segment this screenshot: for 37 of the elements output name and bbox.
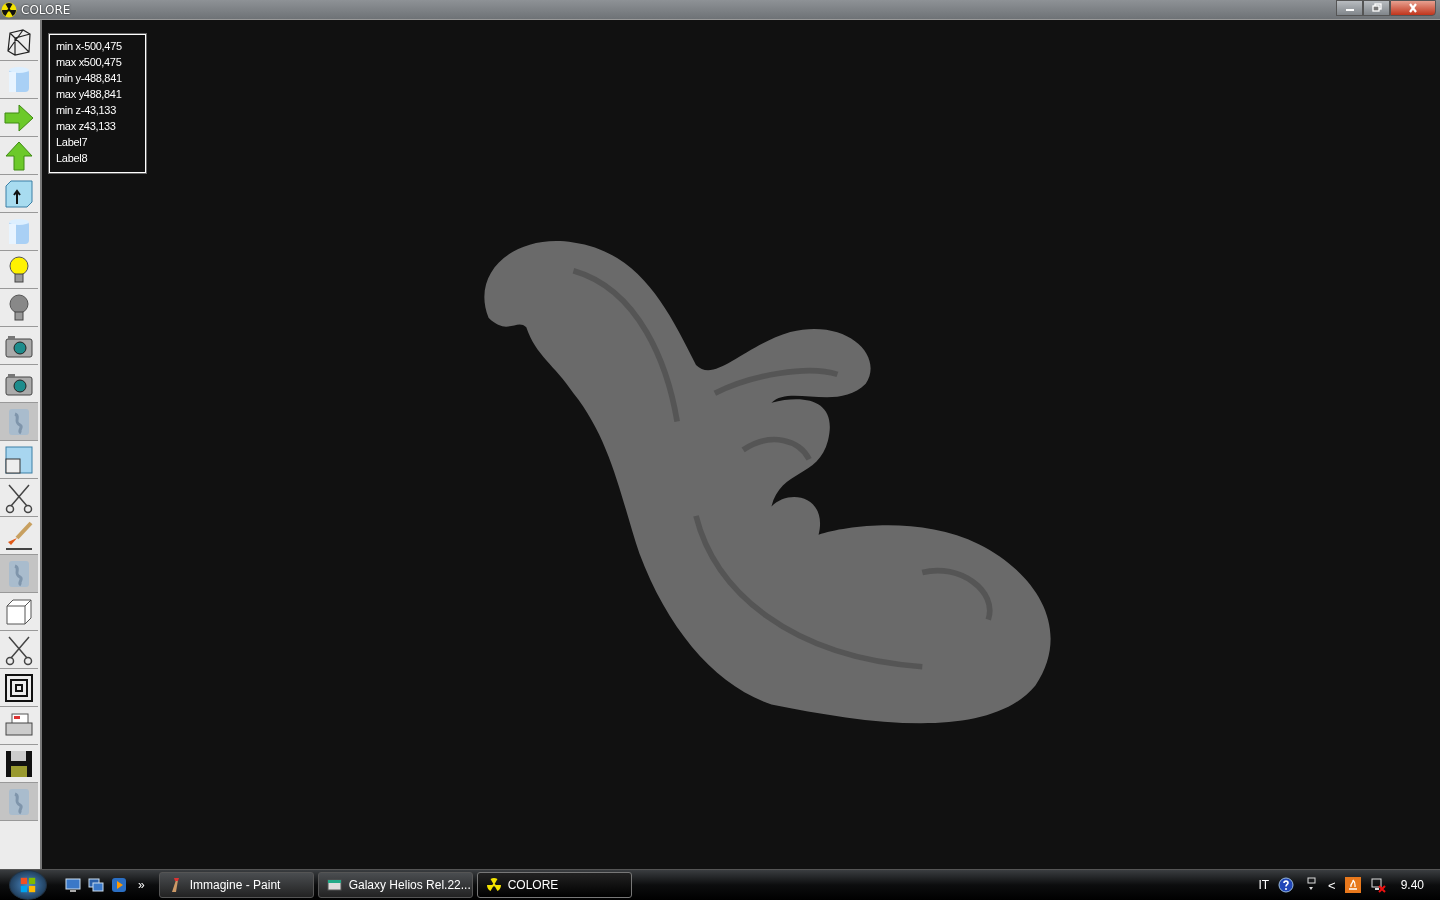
windows-logo-icon — [19, 876, 37, 894]
arrow-right-icon — [3, 101, 35, 134]
info-label: max x500,475 — [56, 55, 123, 70]
close-icon — [1407, 3, 1419, 13]
info-label: Label7 — [56, 135, 89, 150]
info-label: max y488,841 — [56, 87, 123, 102]
info-label: max z43,133 — [56, 119, 117, 134]
arrow-up-icon — [3, 139, 35, 172]
minimize-button[interactable] — [1336, 0, 1363, 16]
language-indicator[interactable]: IT — [1258, 878, 1270, 892]
taskbar-button[interactable]: Galaxy Helios Rel.22... — [317, 872, 473, 898]
window-title: COLORE — [21, 2, 71, 17]
help-icon[interactable] — [1278, 877, 1295, 893]
desktop-icon[interactable] — [65, 877, 81, 893]
clock[interactable]: 9.40 — [1400, 878, 1424, 892]
taskbar-button[interactable]: Immagine - Paint — [158, 872, 314, 898]
restore-button[interactable] — [1363, 0, 1390, 16]
info-label: min x-500,475 — [56, 39, 123, 54]
brush-icon — [3, 519, 35, 552]
info-label: min z-43,133 — [56, 103, 117, 118]
viewport-icon — [3, 443, 35, 476]
close-button[interactable] — [1390, 0, 1436, 16]
overflow-button[interactable]: » — [134, 878, 149, 892]
network-disconnected-icon[interactable] — [1369, 877, 1386, 893]
target-icon — [3, 671, 35, 704]
start-button[interactable] — [9, 870, 47, 900]
window-icon — [326, 877, 343, 893]
radiation-icon — [1, 1, 17, 18]
radiation-icon — [485, 877, 502, 893]
restore-icon — [1370, 3, 1383, 13]
info-label: min y-488,841 — [56, 71, 123, 86]
show-hidden-icons-button[interactable]: < — [1328, 877, 1336, 893]
media-player-icon[interactable] — [111, 877, 127, 893]
windows-switch-icon[interactable] — [88, 877, 104, 893]
box-arrow-icon — [3, 177, 35, 210]
taskbar-button[interactable]: COLORE — [476, 872, 632, 898]
info-label: Label8 — [56, 151, 89, 166]
